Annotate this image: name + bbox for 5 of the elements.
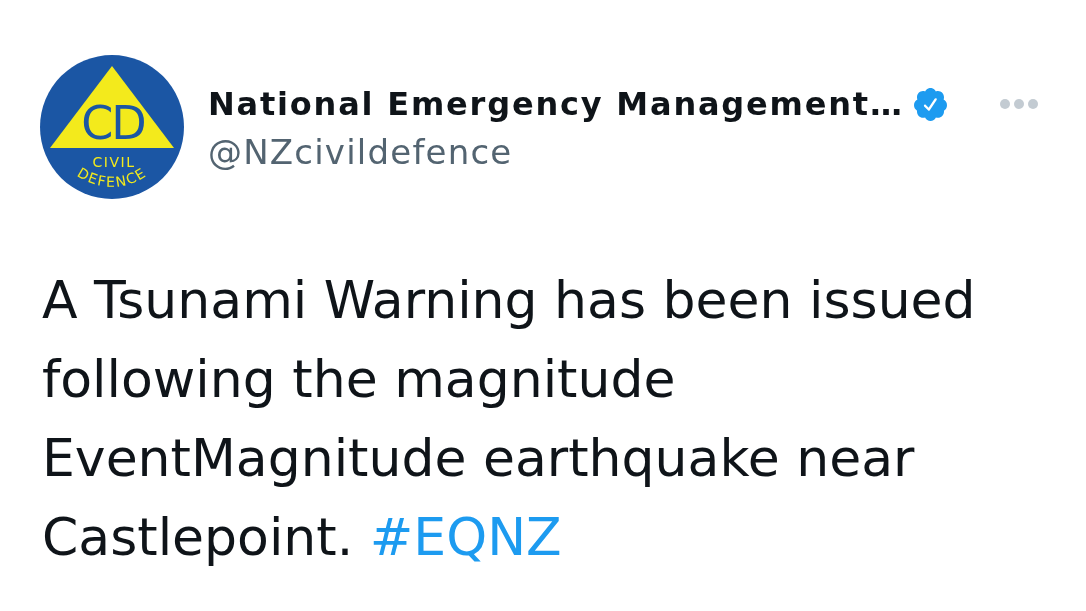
more-options-icon[interactable] bbox=[1000, 99, 1038, 109]
logo-text: CD bbox=[81, 96, 145, 150]
author-handle[interactable]: @NZcivildefence bbox=[208, 132, 513, 172]
author-name[interactable]: National Emergency Management… bbox=[208, 85, 904, 123]
tweet-text: A Tsunami Warning has been issued following the magnitude EventMagnitude earthquake near Castlepoint. #EQNZ bbox=[42, 269, 977, 569]
